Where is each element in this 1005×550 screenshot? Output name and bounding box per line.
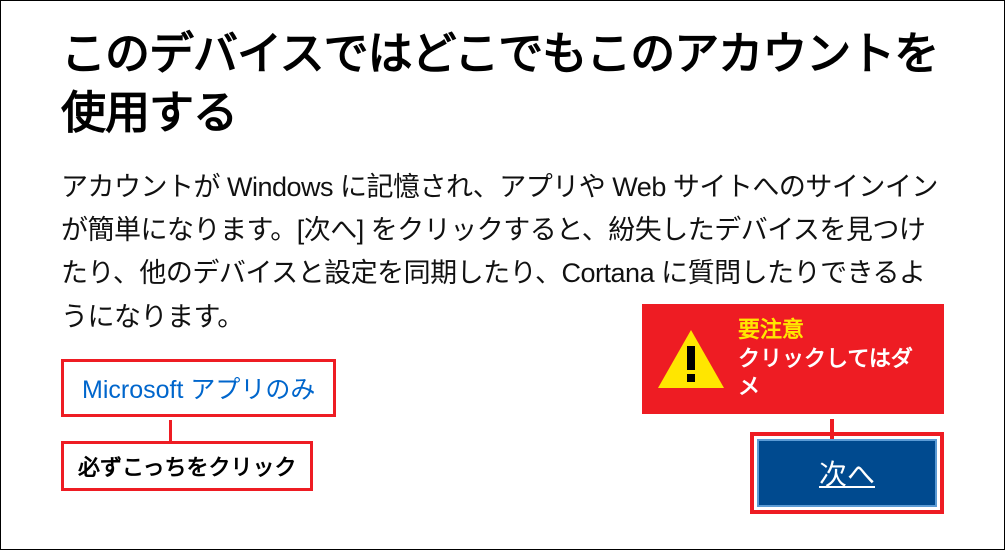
- warning-text-group: 要注意 クリックしてはダメ: [738, 316, 930, 402]
- warning-title: 要注意: [738, 316, 930, 345]
- dialog-title: このデバイスではどこでもこのアカウントを使用する: [61, 25, 944, 142]
- warning-callout: 要注意 クリックしてはダメ: [642, 304, 944, 414]
- apps-only-link[interactable]: Microsoft アプリのみ: [82, 376, 315, 404]
- connector-line-left: [169, 420, 172, 442]
- apps-only-link-highlight: Microsoft アプリのみ: [61, 359, 336, 417]
- next-button-highlight: 次へ: [750, 432, 944, 514]
- warning-message: クリックしてはダメ: [738, 345, 930, 402]
- left-annotation-text: 必ずこっちをクリック: [78, 455, 296, 480]
- left-annotation-box: 必ずこっちをクリック: [61, 441, 313, 491]
- warning-icon: [656, 328, 726, 390]
- next-button[interactable]: 次へ: [757, 439, 937, 507]
